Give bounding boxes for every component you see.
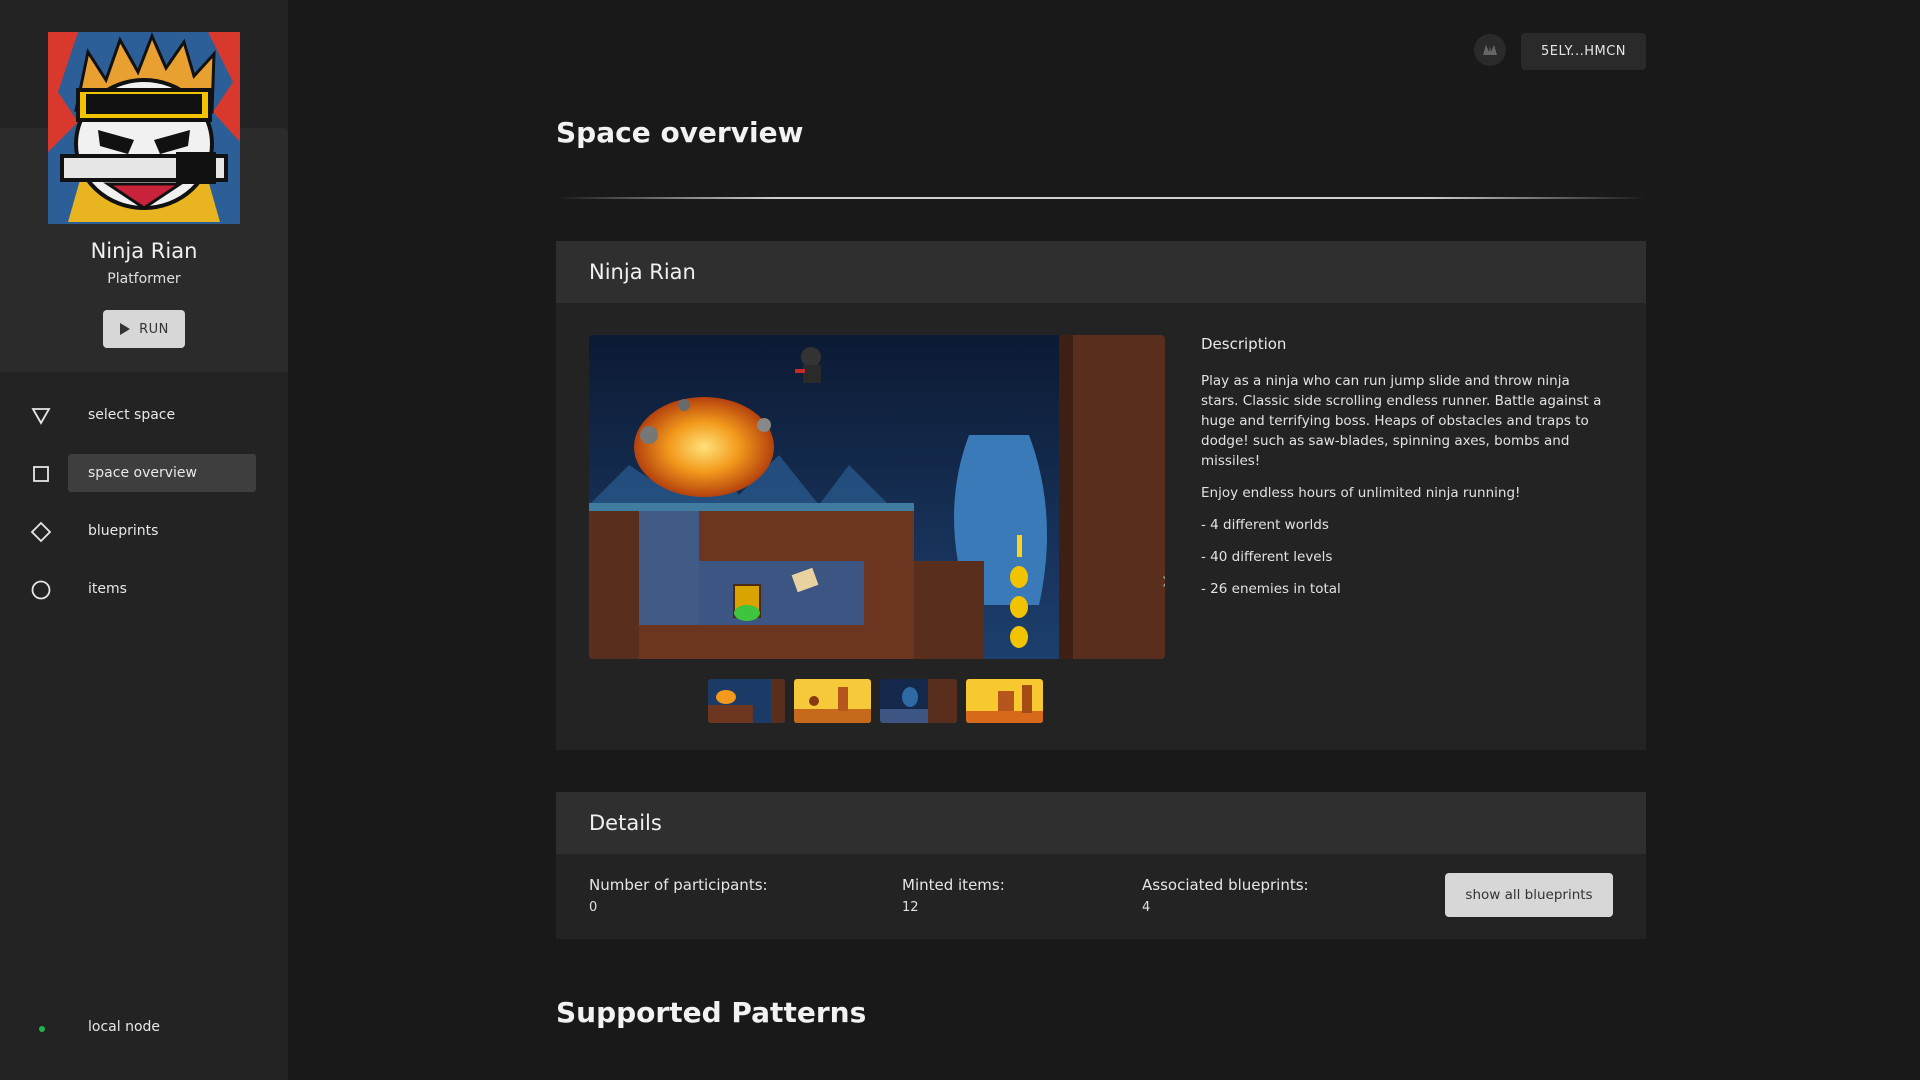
blueprints-stat: Associated blueprints: 4	[1142, 876, 1309, 915]
page-title: Space overview	[556, 116, 804, 149]
overview-heading: Ninja Rian	[556, 241, 1646, 303]
blueprints-label: Associated blueprints:	[1142, 876, 1309, 894]
minted-items-stat: Minted items: 12	[902, 876, 1005, 915]
description-paragraph: - 40 different levels	[1201, 549, 1333, 565]
description-paragraph: Play as a ninja who can run jump slide a…	[1201, 373, 1602, 469]
participants-label: Number of participants:	[589, 876, 768, 894]
nav-item-blueprints[interactable]: blueprints	[0, 512, 288, 550]
square-icon	[33, 466, 49, 482]
description: Description Play as a ninja who can run …	[1201, 335, 1611, 611]
account-button[interactable]: 5ELY...HMCN	[1521, 33, 1646, 70]
nav-item-space-overview[interactable]: space overview	[0, 454, 288, 492]
thumbnail-2[interactable]	[794, 679, 871, 723]
show-all-blueprints-button[interactable]: show all blueprints	[1445, 873, 1613, 917]
overview-panel: Ninja Rian Description Play as a ninja w…	[556, 241, 1646, 750]
node-label: local node	[88, 1019, 161, 1035]
circle-icon	[31, 580, 51, 600]
space-avatar	[48, 32, 240, 224]
user-avatar-icon[interactable]	[1474, 34, 1506, 66]
run-button[interactable]: RUN	[103, 310, 185, 348]
thumbnail-3[interactable]	[880, 679, 957, 723]
nav-label-space-overview: space overview	[68, 454, 256, 492]
title-divider	[556, 197, 1646, 199]
thumbnail-4[interactable]	[966, 679, 1043, 723]
details-heading: Details	[556, 792, 1646, 854]
description-paragraph: - 4 different worlds	[1201, 517, 1329, 533]
nav-item-items[interactable]: items	[0, 570, 288, 608]
nav-label-items: items	[88, 581, 127, 597]
run-button-label: RUN	[139, 321, 169, 337]
minted-items-label: Minted items:	[902, 876, 1005, 894]
nav-label-select-space: select space	[88, 407, 176, 423]
diamond-icon	[30, 521, 52, 543]
description-title: Description	[1201, 335, 1287, 353]
participants-value: 0	[589, 900, 598, 915]
play-icon	[120, 323, 131, 335]
space-genre: Platformer	[107, 271, 181, 287]
nav-label-blueprints: blueprints	[88, 523, 159, 539]
supported-patterns-title: Supported Patterns	[556, 996, 867, 1029]
participants-stat: Number of participants: 0	[589, 876, 768, 915]
nav-item-select-space[interactable]: select space	[0, 396, 288, 434]
node-status-indicator	[39, 1026, 45, 1032]
thumbnail-1[interactable]	[708, 679, 785, 723]
blueprints-value: 4	[1142, 900, 1151, 915]
space-name: Ninja Rian	[90, 239, 198, 263]
screenshot-carousel[interactable]: ›	[589, 335, 1165, 659]
minted-items-value: 12	[902, 900, 919, 915]
thumbnail-strip	[708, 679, 1043, 723]
description-paragraph: - 26 enemies in total	[1201, 581, 1341, 597]
chevron-right-icon[interactable]: ›	[1161, 566, 1165, 596]
sidebar: Ninja Rian Platformer RUN select space s…	[0, 0, 288, 1080]
description-paragraph: Enjoy endless hours of unlimited ninja r…	[1201, 485, 1521, 501]
triangle-icon	[31, 408, 51, 425]
details-panel: Details Number of participants: 0 Minted…	[556, 792, 1646, 939]
